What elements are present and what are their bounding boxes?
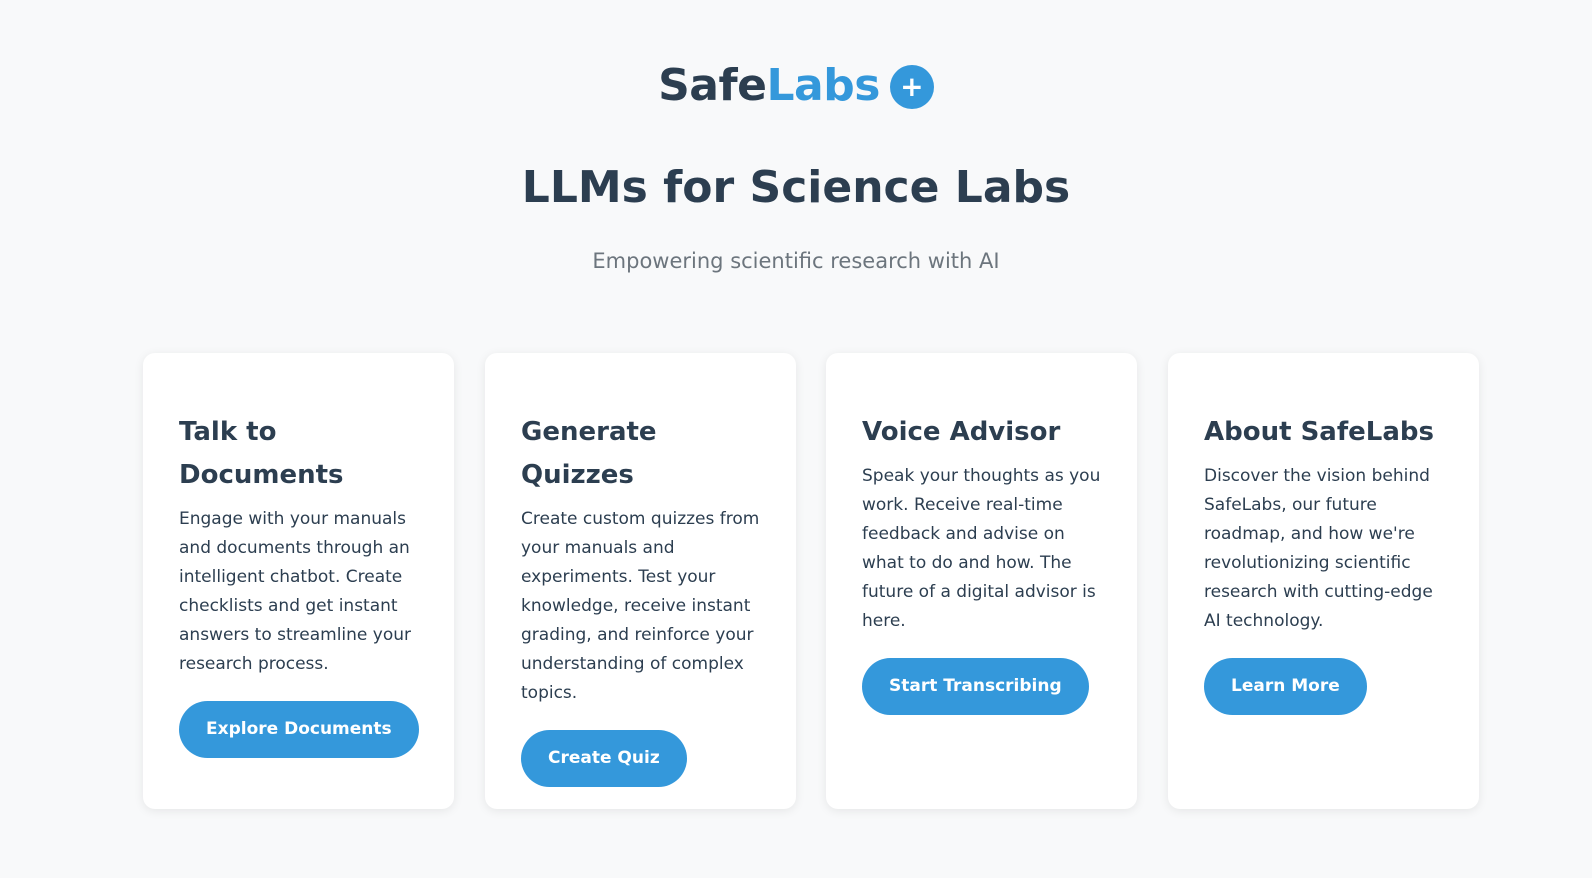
learn-more-button[interactable]: Learn More xyxy=(1204,658,1367,715)
logo-text-safe: Safe xyxy=(658,60,767,111)
card-description: Speak your thoughts as you work. Receive… xyxy=(862,466,1101,631)
logo-text-labs: Labs xyxy=(766,60,880,111)
card-title: Talk to Documents xyxy=(179,417,344,490)
create-quiz-button[interactable]: Create Quiz xyxy=(521,730,687,787)
card-voice-advisor: Voice Advisor Speak your thoughts as you… xyxy=(826,353,1137,809)
card-title: Voice Advisor xyxy=(862,417,1061,447)
card-description: Create custom quizzes from your manuals … xyxy=(521,509,760,703)
page-subtitle: Empowering scientific research with AI xyxy=(592,249,1000,273)
page-title: LLMs for Science Labs xyxy=(521,162,1071,213)
explore-documents-button[interactable]: Explore Documents xyxy=(179,701,419,758)
logo[interactable]: SafeLabs + xyxy=(0,58,1592,114)
landing-page: SafeLabs + LLMs for Science Labs Empower… xyxy=(0,0,1592,878)
card-talk-to-documents: Talk to Documents Engage with your manua… xyxy=(143,353,454,809)
logo-text: SafeLabs xyxy=(658,58,880,114)
card-title: Generate Quizzes xyxy=(521,417,657,490)
card-description: Engage with your manuals and documents t… xyxy=(179,509,412,674)
plus-icon: + xyxy=(889,65,934,109)
start-transcribing-button[interactable]: Start Transcribing xyxy=(862,658,1089,715)
card-about-safelabs: About SafeLabs Discover the vision behin… xyxy=(1168,353,1479,809)
card-description: Discover the vision behind SafeLabs, our… xyxy=(1204,466,1433,631)
card-title: About SafeLabs xyxy=(1204,417,1435,447)
card-generate-quizzes: Generate Quizzes Create custom quizzes f… xyxy=(485,353,796,809)
